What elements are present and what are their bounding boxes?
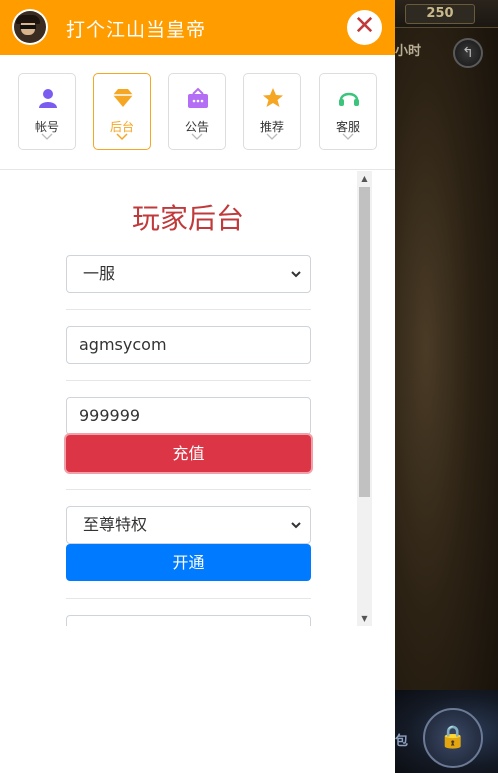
lock-icon[interactable]: 🔒 [423,708,483,768]
privilege-select-value: 至尊特权 [83,515,148,534]
panel-title: 打个江山当皇帝 [66,19,207,41]
divider [66,309,311,310]
close-button[interactable]: ✕ [347,10,382,45]
amount-input[interactable]: 999999 [66,397,311,435]
chevron-down-icon [41,133,53,140]
scrollbar[interactable]: ▲ ▼ [357,171,372,626]
game-hour-text: 小时 [395,44,422,59]
scroll-up-arrow-icon[interactable]: ▲ [357,171,372,186]
sdk-panel: 打个江山当皇帝 ✕ 帐号 后台 公告 推荐 客服 玩家后台 一服 agmsyco… [0,0,395,773]
avatar-logo [12,9,48,45]
star-icon [263,88,283,107]
chevron-down-icon [291,271,301,278]
tab-notice[interactable]: 公告 [168,73,226,150]
tab-service[interactable]: 客服 [319,73,377,150]
chevron-down-icon [342,133,354,140]
chevron-down-icon [291,522,301,529]
activate-button[interactable]: 开通 [66,544,311,581]
tab-backend[interactable]: 后台 [93,73,151,150]
game-top-bar: 250 [395,0,498,28]
tab-account[interactable]: 帐号 [18,73,76,150]
divider [66,489,311,490]
next-field[interactable] [66,615,311,626]
divider [66,598,311,599]
panel-header: 打个江山当皇帝 ✕ [0,0,395,55]
page-title: 玩家后台 [131,202,244,235]
scroll-down-arrow-icon[interactable]: ▼ [357,611,372,626]
chevron-down-icon [266,133,278,140]
game-counter: 250 [405,4,475,24]
divider [66,380,311,381]
account-input[interactable]: agmsycom [66,326,311,364]
diamond-icon [113,89,133,107]
chevron-down-icon [191,133,203,140]
server-select[interactable]: 一服 [66,255,311,293]
backend-content: 玩家后台 一服 agmsycom 999999 充值 至尊特权 开通 [0,171,357,626]
account-icon [39,89,57,108]
game-side-text: 包 [395,734,409,749]
privilege-select[interactable]: 至尊特权 [66,506,311,544]
recharge-button[interactable]: 充值 [66,435,311,472]
game-round-button[interactable]: ↰ [453,38,483,68]
server-select-value: 一服 [83,264,116,283]
chevron-down-icon [116,133,128,141]
headset-icon [339,92,359,106]
scroll-thumb[interactable] [359,187,370,497]
tab-recommend[interactable]: 推荐 [243,73,301,150]
game-background: 250 小时 ↰ 🔒 包 [395,0,498,773]
game-bottom-panel: 🔒 [395,690,498,773]
nav-tabs: 帐号 后台 公告 推荐 客服 [0,55,395,170]
notice-icon [188,87,208,108]
